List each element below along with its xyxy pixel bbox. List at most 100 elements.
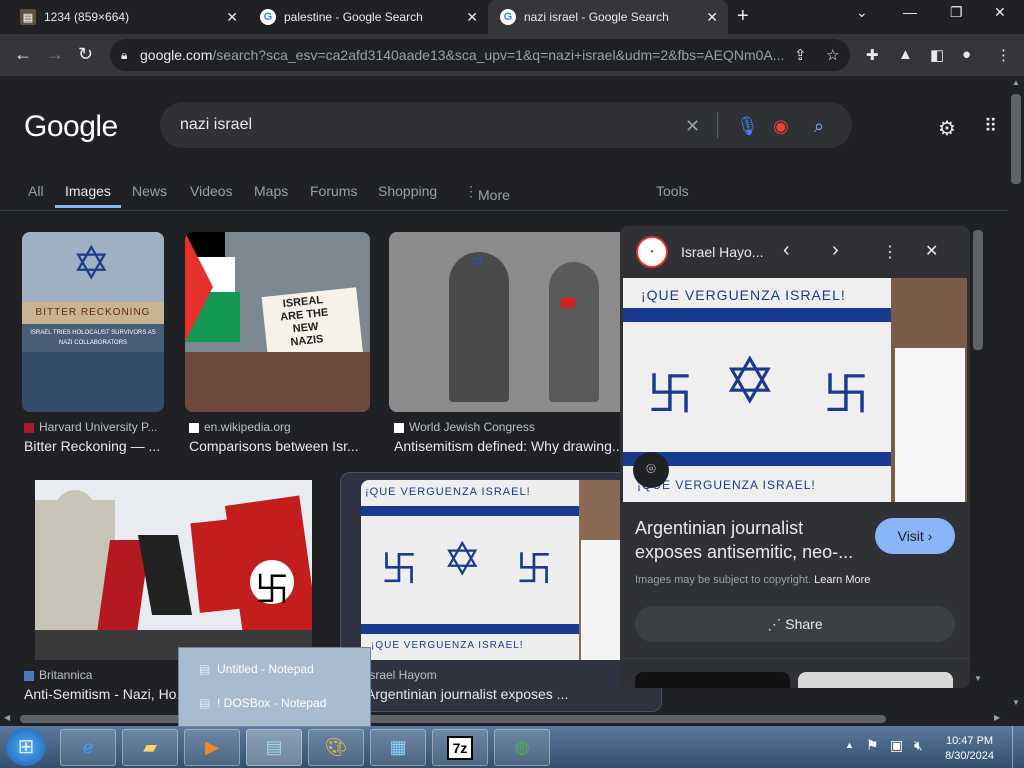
result-thumbnail[interactable]: ISREAL ARE THE NEW NAZIS bbox=[185, 232, 370, 412]
result-title[interactable]: Anti-Semitism - Nazi, Ho... bbox=[24, 686, 184, 702]
lens-search-icon[interactable]: ⌾ bbox=[633, 452, 669, 488]
result-thumbnail[interactable]: ✡ bbox=[389, 232, 629, 412]
tab-nazi-israel[interactable]: G nazi israel - Google Search ✕ bbox=[488, 0, 728, 34]
labs-flask-icon[interactable]: ▲ bbox=[898, 46, 913, 63]
system-clock[interactable]: 10:47 PM 8/30/2024 bbox=[945, 734, 994, 764]
taskbar-7zip-icon[interactable]: 7z bbox=[432, 729, 488, 766]
share-icon[interactable]: ⇪ bbox=[794, 46, 807, 64]
side-panel-icon[interactable]: ◧ bbox=[930, 46, 944, 64]
result-title[interactable]: Bitter Reckoning — ... bbox=[24, 438, 164, 454]
scroll-up-icon[interactable]: ▲ bbox=[1012, 78, 1020, 87]
result-thumbnail[interactable]: 卐 bbox=[35, 480, 312, 660]
result-thumbnail[interactable]: ¡QUE VERGUENZA ISRAEL! ¡QUE VERGUENZA IS… bbox=[361, 480, 641, 660]
tools-button[interactable]: Tools bbox=[656, 183, 689, 199]
show-desktop-button[interactable] bbox=[1012, 726, 1024, 768]
taskbar-chrome-icon[interactable]: ◍ bbox=[494, 729, 550, 766]
clear-search-icon[interactable]: ✕ bbox=[685, 116, 700, 137]
clock-date: 8/30/2024 bbox=[945, 750, 994, 762]
close-window-icon[interactable]: ✕ bbox=[994, 4, 1006, 21]
tab-images[interactable]: Images bbox=[55, 183, 121, 208]
lock-icon: 🔒︎ bbox=[121, 47, 128, 62]
forward-icon[interactable]: → bbox=[46, 44, 64, 65]
tab-news[interactable]: News bbox=[132, 183, 167, 199]
page-vertical-scrollbar[interactable]: ▲ ▼ bbox=[1008, 76, 1024, 712]
reload-icon[interactable]: ↻ bbox=[78, 44, 93, 65]
share-label: Share bbox=[785, 616, 823, 632]
star-of-david-icon: ✡ bbox=[443, 533, 482, 585]
result-source-text: World Jewish Congress bbox=[409, 420, 535, 434]
scroll-right-icon[interactable]: ▶ bbox=[994, 713, 1000, 722]
windows-taskbar: ⊞ ℯ ▰ ▶ ▤ 🎨︎ ▦ 7z ◍ ▲ ⚑ ▣ 🔇︎ bbox=[0, 726, 1024, 768]
volume-muted-icon[interactable]: 🔇︎ bbox=[914, 737, 923, 754]
result-thumbnail[interactable]: ✡ BITTER RECKONING ISRAEL TRIES HOLOCAUS… bbox=[22, 232, 164, 412]
next-arrow-icon[interactable]: › bbox=[832, 239, 839, 262]
learn-more-link[interactable]: Learn More bbox=[814, 574, 870, 586]
visit-button[interactable]: Visit › bbox=[875, 518, 955, 554]
preview-source[interactable]: Israel Hayo... bbox=[681, 244, 763, 260]
preview-title[interactable]: Argentinian journalist exposes antisemit… bbox=[635, 516, 855, 564]
close-tab-icon[interactable]: ✕ bbox=[466, 9, 478, 26]
scroll-down-icon[interactable]: ▼ bbox=[1012, 698, 1020, 707]
tab-more[interactable]: ⋮ More bbox=[464, 183, 510, 203]
tab-videos[interactable]: Videos bbox=[190, 183, 233, 199]
bookmark-star-icon[interactable]: ☆ bbox=[826, 46, 839, 64]
taskbar-notepad-icon[interactable]: ▤ bbox=[246, 729, 302, 766]
microphone-icon[interactable]: 🎙︎ bbox=[736, 116, 759, 137]
tab-title: nazi israel - Google Search bbox=[524, 10, 669, 24]
result-title[interactable]: Comparisons between Isr... bbox=[189, 438, 369, 454]
tab-forums[interactable]: Forums bbox=[310, 183, 357, 199]
page-horizontal-scrollbar[interactable]: ◀ ▶ bbox=[0, 712, 1008, 726]
back-icon[interactable]: ← bbox=[14, 44, 32, 65]
close-tab-icon[interactable]: ✕ bbox=[226, 9, 238, 26]
apps-grid-icon[interactable]: ⠿ bbox=[984, 116, 997, 137]
start-button[interactable]: ⊞ bbox=[6, 728, 46, 766]
menu-kebab-icon[interactable]: ⋮ bbox=[996, 46, 1011, 64]
notepad-icon: ▤ bbox=[199, 662, 211, 676]
result-title[interactable]: Argentinian journalist exposes ... bbox=[366, 686, 616, 702]
new-tab-icon[interactable]: + bbox=[737, 5, 749, 28]
taskbar-ie-icon[interactable]: ℯ bbox=[60, 729, 116, 766]
extensions-icon[interactable]: ✚ bbox=[866, 46, 879, 64]
google-lens-icon[interactable]: ◉ bbox=[773, 116, 789, 137]
search-input[interactable]: nazi israel bbox=[180, 116, 252, 134]
scroll-left-icon[interactable]: ◀ bbox=[4, 713, 10, 722]
tab-image[interactable]: ▤ 1234 (859×664) ✕ bbox=[8, 0, 248, 34]
panel-scroll-down-icon[interactable]: ▼ bbox=[974, 674, 982, 683]
related-thumbnail[interactable] bbox=[635, 672, 790, 688]
action-center-flag-icon[interactable]: ⚑ bbox=[866, 737, 879, 754]
address-bar[interactable]: 🔒︎ google.com/search?sca_esv=ca2afd3140a… bbox=[110, 39, 850, 71]
minimize-icon[interactable]: — bbox=[903, 4, 917, 20]
close-tab-icon[interactable]: ✕ bbox=[706, 9, 718, 26]
related-thumbnail[interactable] bbox=[798, 672, 953, 688]
tab-all[interactable]: All bbox=[28, 183, 44, 199]
banner-text: ¡QUE VERGUENZA ISRAEL! bbox=[371, 640, 524, 651]
taskbar-explorer-icon[interactable]: ▰ bbox=[122, 729, 178, 766]
search-icon[interactable]: ⌕ bbox=[814, 116, 824, 137]
close-panel-icon[interactable]: ✕ bbox=[925, 241, 938, 261]
window-item-untitled[interactable]: ▤ Untitled - Notepad bbox=[199, 662, 314, 676]
network-icon[interactable]: ▣ bbox=[890, 737, 903, 754]
restore-icon[interactable]: ❐ bbox=[950, 4, 963, 21]
tab-search-icon[interactable]: ⌄ bbox=[856, 4, 868, 21]
taskbar-media-player-icon[interactable]: ▶ bbox=[184, 729, 240, 766]
scroll-thumb[interactable] bbox=[1011, 94, 1021, 184]
preview-image[interactable]: ¡QUE VERGUENZA ISRAEL! ¡QUE VERGUENZA IS… bbox=[623, 278, 967, 502]
result-title[interactable]: Antisemitism defined: Why drawing... bbox=[394, 438, 620, 454]
more-options-icon[interactable]: ⋮ bbox=[882, 242, 898, 262]
settings-gear-icon[interactable]: ⚙ bbox=[938, 116, 956, 141]
google-logo[interactable]: Google bbox=[24, 110, 118, 144]
taskbar-paint-icon[interactable]: 🎨︎ bbox=[308, 729, 364, 766]
panel-divider bbox=[620, 658, 970, 659]
show-hidden-icons[interactable]: ▲ bbox=[845, 740, 854, 750]
prev-arrow-icon[interactable]: ‹ bbox=[783, 239, 790, 262]
panel-scroll-thumb[interactable] bbox=[973, 230, 983, 350]
share-button[interactable]: ⋰ Share bbox=[635, 606, 955, 642]
tab-maps[interactable]: Maps bbox=[254, 183, 288, 199]
tab-palestine[interactable]: G palestine - Google Search ✕ bbox=[248, 0, 488, 34]
taskbar-control-panel-icon[interactable]: ▦ bbox=[370, 729, 426, 766]
scroll-thumb[interactable] bbox=[20, 715, 886, 723]
star-of-david-icon: ✡ bbox=[471, 254, 485, 271]
tab-shopping[interactable]: Shopping bbox=[378, 183, 437, 199]
profile-icon[interactable]: ● bbox=[962, 46, 971, 63]
window-item-dosbox[interactable]: ▤ ! DOSBox - Notepad bbox=[199, 696, 326, 710]
